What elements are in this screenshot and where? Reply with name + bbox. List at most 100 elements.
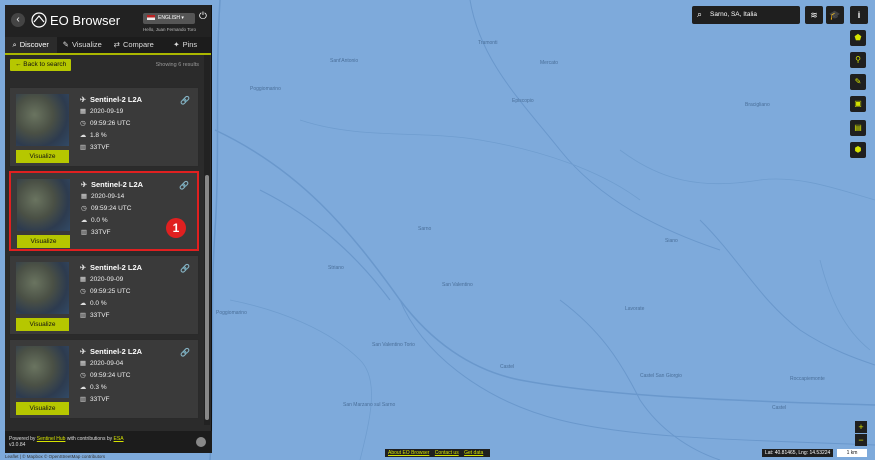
result-title: Sentinel-2 L2A xyxy=(91,180,144,189)
map-tile-icon: ▥ xyxy=(80,229,88,236)
result-date: 2020-09-19 xyxy=(90,108,124,115)
tab-visualize-label: Visualize xyxy=(71,40,102,49)
calendar-icon: ▦ xyxy=(79,108,87,115)
result-date: 2020-09-04 xyxy=(90,360,124,367)
3d-icon[interactable]: ⬢ xyxy=(850,142,866,158)
tab-bar: ⌕ Discover ✎ Visualize ⇄ Compare ✦ Pins xyxy=(5,37,211,55)
result-info: ✈ Sentinel-2 L2A ▦ 2020-09-04 ◷ 09:59:24 UT… xyxy=(78,346,142,406)
result-cloud: 0.3 % xyxy=(90,384,107,391)
link-icon[interactable]: 🔗 xyxy=(179,181,189,190)
brand-title: EO Browser xyxy=(50,13,121,28)
result-tile: 33TVF xyxy=(91,229,111,236)
tab-pins[interactable]: ✦ Pins xyxy=(160,37,212,53)
annotation-badge: 1 xyxy=(166,218,186,238)
contact-link[interactable]: Contact us xyxy=(435,450,459,456)
compare-icon: ⇄ xyxy=(113,40,120,49)
tab-compare-label: Compare xyxy=(122,40,154,49)
tab-discover[interactable]: ⌕ Discover xyxy=(5,37,57,53)
result-info: ✈ Sentinel-2 L2A ▦ 2020-09-09 ◷ 09:59:25 UT… xyxy=(78,262,142,322)
result-card-selected[interactable]: ✈ Sentinel-2 L2A ▦ 2020-09-14 ◷ 09:59:24 UT… xyxy=(9,171,199,251)
panel-header: ‹ EO Browser ENGLISH ▾ ⏻ Hello, Juan Fer… xyxy=(5,5,211,37)
version-text: v3.0.84 xyxy=(9,442,26,448)
satellite-icon: ✈ xyxy=(79,263,87,272)
info-icon[interactable]: i xyxy=(850,6,868,24)
logout-icon[interactable]: ⏻ xyxy=(199,12,209,22)
visualize-button[interactable]: Visualize xyxy=(16,402,69,415)
cloud-icon: ☁ xyxy=(80,217,88,224)
panel-footer: Powered by Sentinel Hub with contributio… xyxy=(5,431,212,453)
results-toolbar: ← Back to search Showing 6 results xyxy=(5,55,211,77)
result-card[interactable]: ✈ Sentinel-2 L2A ▦ 2020-09-04 ◷ 09:59:24 UT… xyxy=(9,339,199,419)
result-title: Sentinel-2 L2A xyxy=(90,95,143,104)
tab-discover-label: Discover xyxy=(19,40,49,49)
results-count: Showing 6 results xyxy=(155,62,199,68)
bottom-links: About EO Browser Contact us Get data xyxy=(385,449,491,457)
result-thumbnail[interactable] xyxy=(16,94,69,146)
timelapse-icon[interactable]: ▤ xyxy=(850,120,866,136)
collapse-panel-button[interactable]: ‹ xyxy=(11,13,25,27)
satellite-icon: ✈ xyxy=(79,347,87,356)
ruler-icon[interactable]: ✎ xyxy=(850,74,866,90)
result-info: ✈ Sentinel-2 L2A ▦ 2020-09-19 ◷ 09:59:26 UT… xyxy=(78,94,142,154)
flag-icon xyxy=(147,15,155,21)
result-time: 09:59:26 UTC xyxy=(90,120,131,127)
zoom-out-button[interactable]: − xyxy=(855,434,867,446)
map-tile-icon: ▥ xyxy=(79,144,87,151)
marker-icon[interactable]: ⚲ xyxy=(850,52,866,68)
result-tile: 33TVF xyxy=(90,312,110,319)
result-title: Sentinel-2 L2A xyxy=(90,347,143,356)
get-data-link[interactable]: Get data xyxy=(464,450,483,456)
location-search-input[interactable]: Sarno, SA, Italia xyxy=(710,11,757,18)
clock-icon: ◷ xyxy=(81,205,87,212)
calendar-icon: ▦ xyxy=(79,276,87,283)
contributions-text: with contributions by xyxy=(66,436,113,442)
link-icon[interactable]: 🔗 xyxy=(180,96,190,105)
clock-icon: ◷ xyxy=(80,372,86,379)
results-list: ✈ Sentinel-2 L2A ▦ 2020-09-19 ◷ 09:59:26 UT… xyxy=(5,83,203,423)
link-icon[interactable]: 🔗 xyxy=(180,348,190,357)
globe-icon[interactable] xyxy=(196,437,206,447)
result-thumbnail[interactable] xyxy=(17,179,70,231)
image-download-icon[interactable]: ▣ xyxy=(850,96,866,112)
results-scrollbar[interactable] xyxy=(204,55,210,425)
visualize-button[interactable]: Visualize xyxy=(16,318,69,331)
scale-bar: 1 km xyxy=(837,449,867,457)
result-time: 09:59:25 UTC xyxy=(90,288,131,295)
result-info: ✈ Sentinel-2 L2A ▦ 2020-09-14 ◷ 09:59:24 UT… xyxy=(79,179,143,239)
clock-icon: ◷ xyxy=(80,288,86,295)
clock-icon: ◷ xyxy=(80,120,86,127)
user-greeting: Hello, Juan Fernando Toro xyxy=(143,27,196,32)
result-title: Sentinel-2 L2A xyxy=(90,263,143,272)
education-icon[interactable]: 🎓 xyxy=(826,6,844,24)
result-tile: 33TVF xyxy=(90,396,110,403)
visualize-button[interactable]: Visualize xyxy=(16,150,69,163)
calendar-icon: ▦ xyxy=(80,193,88,200)
calendar-icon: ▦ xyxy=(79,360,87,367)
tab-visualize[interactable]: ✎ Visualize xyxy=(57,37,109,53)
back-to-search-button[interactable]: ← Back to search xyxy=(10,59,72,71)
result-thumbnail[interactable] xyxy=(16,346,69,398)
visualize-button[interactable]: Visualize xyxy=(17,235,70,248)
location-search[interactable]: ⌕ Sarno, SA, Italia xyxy=(692,6,800,24)
result-cloud: 1.8 % xyxy=(90,132,107,139)
sentinel-hub-link[interactable]: Sentinel Hub xyxy=(37,436,66,442)
result-card[interactable]: ✈ Sentinel-2 L2A ▦ 2020-09-09 ◷ 09:59:25 UT… xyxy=(9,255,199,335)
map-attribution: Leaflet | © Mapbox © OpenStreetMap contr… xyxy=(5,454,106,459)
cloud-icon: ☁ xyxy=(79,300,87,307)
tab-pins-label: Pins xyxy=(182,40,198,49)
result-card[interactable]: ✈ Sentinel-2 L2A ▦ 2020-09-19 ◷ 09:59:26 UT… xyxy=(9,87,199,167)
zoom-in-button[interactable]: + xyxy=(855,421,867,433)
scrollbar-thumb[interactable] xyxy=(205,175,209,420)
result-thumbnail[interactable] xyxy=(16,262,69,314)
layers-icon[interactable]: ≋ xyxy=(805,6,823,24)
link-icon[interactable]: 🔗 xyxy=(180,264,190,273)
about-link[interactable]: About EO Browser xyxy=(388,450,429,456)
esa-link[interactable]: ESA xyxy=(114,436,124,442)
tab-compare[interactable]: ⇄ Compare xyxy=(108,37,160,53)
eo-browser-logo-icon xyxy=(31,12,47,28)
brush-icon: ✎ xyxy=(62,40,69,49)
map-tile-icon: ▥ xyxy=(79,312,87,319)
language-select[interactable]: ENGLISH ▾ xyxy=(143,13,195,24)
polygon-icon[interactable]: ⬟ xyxy=(850,30,866,46)
pin-icon: ✦ xyxy=(173,40,180,49)
